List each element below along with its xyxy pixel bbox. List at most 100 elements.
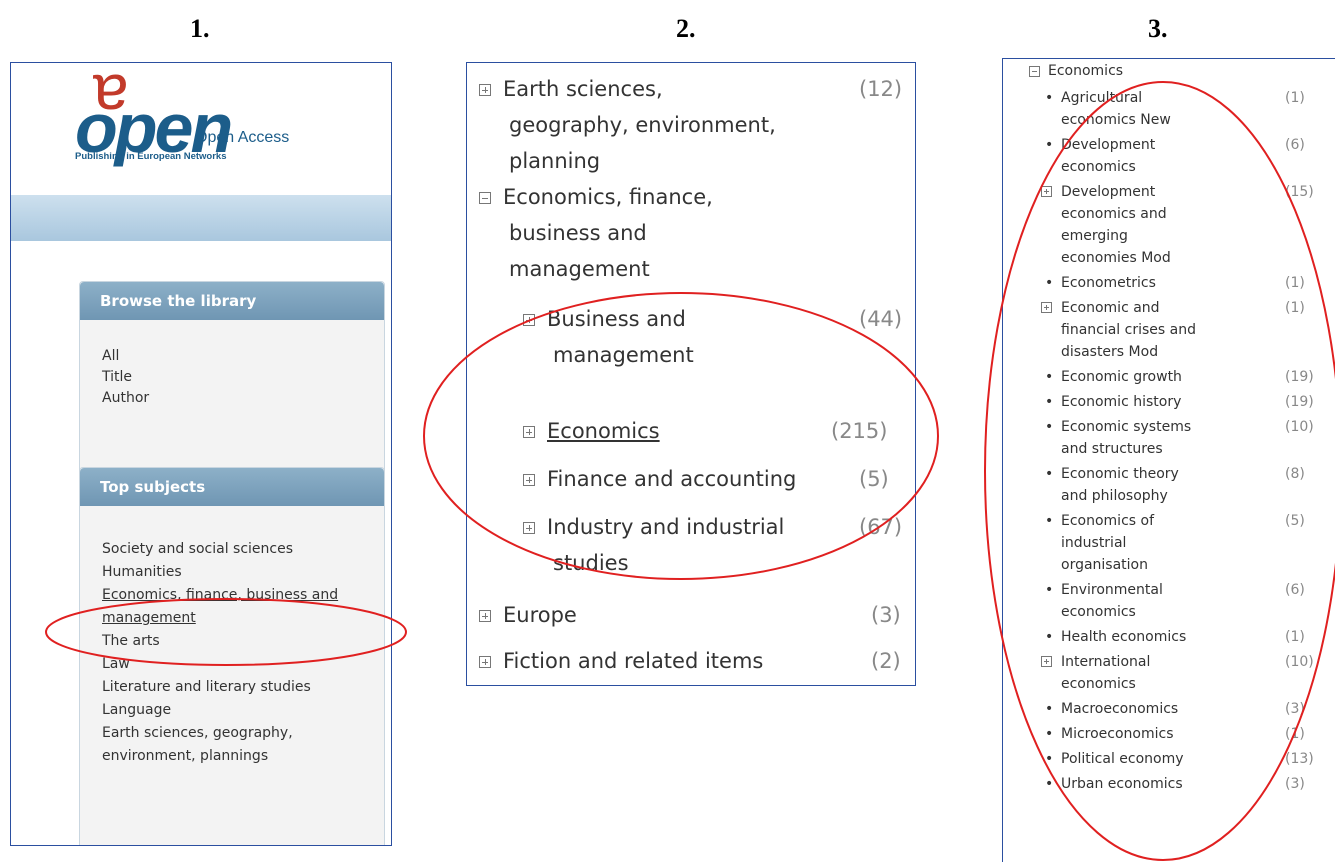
expand-plus-icon[interactable] [523,474,535,486]
subtree-item-label-line: International [1061,654,1151,670]
tree-item-business[interactable]: Business and management (44) [523,301,903,373]
subject-link-earth-sciences[interactable]: Earth sciences, geography, environment, … [102,722,342,768]
browse-link-author[interactable]: Author [102,388,384,409]
tree-label-line: planning [509,149,601,173]
top-subjects-heading: Top subjects [80,468,384,506]
subject-link-law[interactable]: Law [102,653,384,676]
subtree-item-label[interactable]: Economic systems and structures [1061,416,1256,460]
subtree-item-count: (1) [1285,90,1305,106]
browse-library-heading: Browse the library [80,282,384,320]
step-number-3: 3. [1148,14,1168,43]
tree-count: (5) [859,467,889,491]
subtree-item-label[interactable]: Development economics and emerging economie… [1061,181,1256,269]
expand-plus-icon[interactable] [523,426,535,438]
subtree-item-label[interactable]: Economic theory and philosophy [1061,463,1256,507]
browse-link-title[interactable]: Title [102,367,384,388]
subtree-item-label[interactable]: Agricultural economics New [1061,87,1256,131]
subtree-item-label-line: economics and [1061,206,1167,222]
subtree-heading[interactable]: Economics [1029,63,1123,79]
subtree-item-label-line: Microeconomics [1061,726,1174,742]
subtree-item[interactable]: • Agricultural economics New (1) [1041,87,1331,131]
bullet-icon: • [1045,701,1054,717]
expand-plus-icon[interactable] [523,522,535,534]
subtree-item[interactable]: • Economic history (19) [1041,391,1331,413]
browse-link-all[interactable]: All [102,346,384,367]
subtree-item-label[interactable]: Economic and financial crises and disaster… [1061,297,1256,363]
subtree-item-label[interactable]: Econometrics [1061,272,1256,294]
subtree-item[interactable]: Economic and financial crises and disaster… [1041,297,1331,363]
tree-label: Finance and accounting [547,467,797,491]
tree-item-industry[interactable]: Industry and industrial studies (67) [523,509,903,581]
tree-item-earth-sciences[interactable]: Earth sciences, geography, environment, … [479,71,909,179]
collapse-minus-icon[interactable] [479,192,491,204]
subtree-item[interactable]: International economics (10) [1041,651,1331,695]
tree-label: Fiction and related items [503,649,764,673]
bullet-icon: • [1045,629,1054,645]
subtree-item-count: (1) [1285,629,1305,645]
subtree-item-label[interactable]: Microeconomics [1061,723,1256,745]
subtree-item[interactable]: • Economics of industrial organisation (5) [1041,510,1331,576]
subtree-item-count: (1) [1285,726,1305,742]
subtree-item-label[interactable]: Political economy [1061,748,1256,770]
tree-label[interactable]: Economics [547,419,660,443]
subtree-item[interactable]: • Economic theory and philosophy (8) [1041,463,1331,507]
subject-link-humanities[interactable]: Humanities [102,561,384,584]
expand-plus-icon[interactable] [1041,302,1052,313]
subtree-item[interactable]: • Environmental economics (6) [1041,579,1331,623]
subtree-item-label[interactable]: Economics of industrial organisation [1061,510,1256,576]
tree-count: (215) [831,419,888,443]
bullet-icon: • [1045,394,1054,410]
subtree-item-label[interactable]: Urban economics [1061,773,1256,795]
subtree-item[interactable]: • Health economics (1) [1041,626,1331,648]
subtree-item[interactable]: • Development economics (6) [1041,134,1331,178]
subtree-item-count: (15) [1285,184,1314,200]
subtree-item-label[interactable]: Macroeconomics [1061,698,1256,720]
expand-plus-icon[interactable] [523,314,535,326]
subject-link-language[interactable]: Language [102,699,384,722]
subtree-item-label-line: Economic growth [1061,369,1182,385]
subject-link-economics[interactable]: Economics, finance, business and managem… [102,584,364,630]
subtree-item-count: (6) [1285,582,1305,598]
subtree-item[interactable]: Development economics and emerging economie… [1041,181,1331,269]
tree-item-europe[interactable]: Europe (3) [479,597,909,633]
subtree-item-count: (13) [1285,751,1314,767]
logo-subtitle: Publishing in European Networks [75,151,227,162]
expand-plus-icon[interactable] [1041,656,1052,667]
oapen-logo[interactable]: a open Open Access Publishing in Europea… [75,63,289,184]
subtree-item-label[interactable]: Economic history [1061,391,1256,413]
tree-count: (12) [859,77,903,101]
subtree-item[interactable]: • Macroeconomics (3) [1041,698,1331,720]
subject-link-society[interactable]: Society and social sciences [102,538,384,561]
collapse-minus-icon[interactable] [1029,65,1040,77]
subtree-item[interactable]: • Economic systems and structures (10) [1041,416,1331,460]
subtree-item[interactable]: • Microeconomics (1) [1041,723,1331,745]
subtree-item-label-line: Health economics [1061,629,1187,645]
subtree-item-label-line: and structures [1061,441,1163,457]
subtree-item-label[interactable]: Development economics [1061,134,1256,178]
tree-label: Europe [503,603,577,627]
expand-plus-icon[interactable] [479,610,491,622]
subtree-item[interactable]: • Urban economics (3) [1041,773,1331,795]
tree-item-economics-finance[interactable]: Economics, finance, business and managem… [479,179,909,287]
subject-link-literature[interactable]: Literature and literary studies [102,676,312,699]
subtree-item-label-line: financial crises and [1061,322,1196,338]
expand-plus-icon[interactable] [1041,186,1052,197]
bullet-icon: • [1045,582,1054,598]
subtree-item[interactable]: • Economic growth (19) [1041,366,1331,388]
tree-item-economics[interactable]: Economics (215) [523,413,903,449]
subject-link-arts[interactable]: The arts [102,630,384,653]
header-band [11,195,391,241]
tree-item-fiction[interactable]: Fiction and related items (2) [479,643,909,679]
expand-plus-icon[interactable] [479,84,491,96]
subtree-item-label[interactable]: International economics [1061,651,1256,695]
subtree-item[interactable]: • Econometrics (1) [1041,272,1331,294]
tree-label-line: management [509,257,650,281]
subtree-item-label[interactable]: Health economics [1061,626,1256,648]
subtree-item-label[interactable]: Economic growth [1061,366,1256,388]
subtree-item[interactable]: • Political economy (13) [1041,748,1331,770]
expand-plus-icon[interactable] [479,656,491,668]
subtree-item-label[interactable]: Environmental economics [1061,579,1256,623]
tree-item-finance[interactable]: Finance and accounting (5) [523,461,903,497]
bullet-icon: • [1045,466,1054,482]
tree-label: Economics, finance, [503,185,713,209]
